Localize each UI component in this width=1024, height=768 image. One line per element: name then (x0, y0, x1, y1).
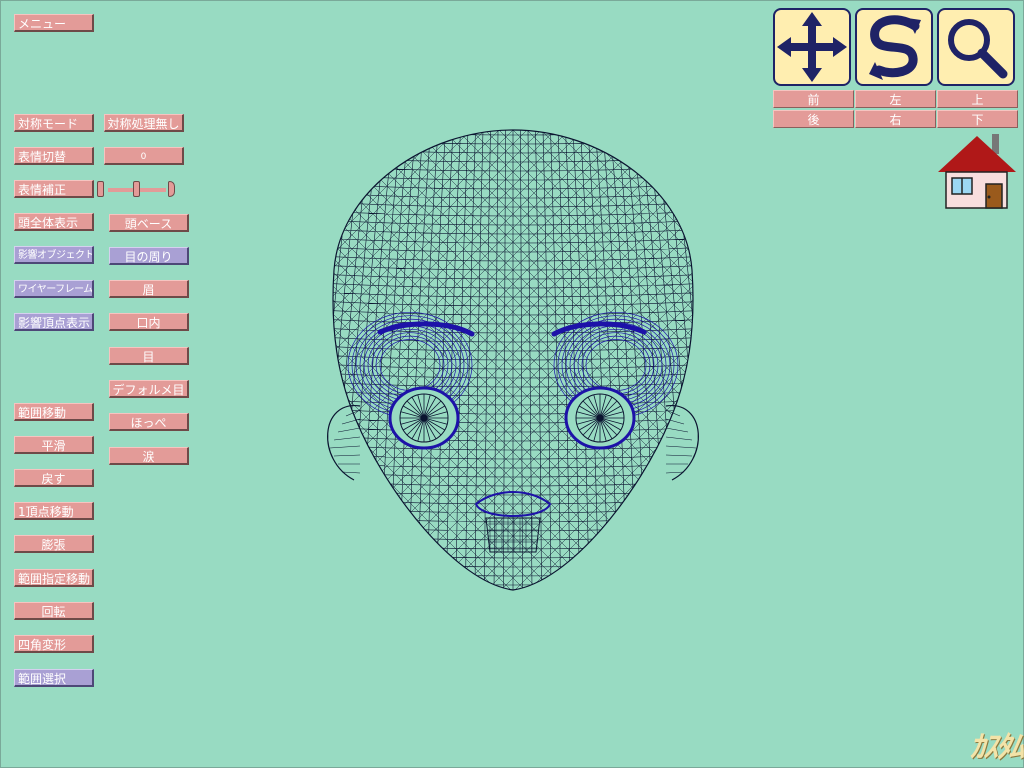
smooth-button[interactable]: 平滑 (14, 436, 94, 454)
symmetry-mode-button[interactable]: 対称モード (14, 114, 94, 132)
expression-value-field[interactable]: 0 (104, 147, 184, 165)
move-arrows-icon (777, 12, 847, 82)
rotate-tool-button[interactable] (855, 8, 933, 86)
view-left-button[interactable]: 左 (855, 90, 936, 108)
move-tool-button[interactable] (773, 8, 851, 86)
part-tears-button[interactable]: 涙 (109, 447, 189, 465)
left-eye (388, 386, 460, 450)
view-top-button[interactable]: 上 (937, 90, 1018, 108)
view-bottom-button[interactable]: 下 (937, 110, 1018, 128)
expression-correction-button[interactable]: 表情補正 (14, 180, 94, 198)
right-eye (564, 386, 636, 450)
affected-object-select-button[interactable]: 影響オブジェクト選択 (14, 246, 94, 264)
part-around-eyes-button[interactable]: 目の周り (109, 247, 189, 265)
home-icon (938, 134, 1016, 209)
undo-button[interactable]: 戻す (14, 469, 94, 487)
expression-switch-button[interactable]: 表情切替 (14, 147, 94, 165)
home-button[interactable] (936, 132, 1018, 212)
wireframe-viewport[interactable] (300, 120, 730, 600)
wireframe-display-button[interactable]: ワイヤーフレーム表示 (14, 280, 94, 298)
head-mesh (332, 130, 694, 590)
part-mouth-inside-button[interactable]: 口内 (109, 313, 189, 331)
part-deformed-eye-button[interactable]: デフォルメ目 (109, 380, 189, 398)
range-move-button[interactable]: 範囲移動 (14, 403, 94, 421)
inflate-button[interactable]: 膨張 (14, 535, 94, 553)
range-specified-move-button[interactable]: 範囲指定移動 (14, 569, 94, 587)
rotate-icon (869, 15, 921, 80)
magnify-icon (948, 19, 1008, 79)
symmetry-value-button[interactable]: 対称処理無し (104, 114, 184, 132)
part-eye-button[interactable]: 目 (109, 347, 189, 365)
head-whole-display-button[interactable]: 頭全体表示 (14, 213, 94, 231)
quad-deform-button[interactable]: 四角変形 (14, 635, 94, 653)
one-vertex-move-button[interactable]: 1頂点移動 (14, 502, 94, 520)
slider-left-stop (97, 181, 104, 197)
rotate-button[interactable]: 回転 (14, 602, 94, 620)
range-select-button[interactable]: 範囲選択 (14, 669, 94, 687)
slider-right-stop (168, 181, 175, 197)
view-front-button[interactable]: 前 (773, 90, 854, 108)
part-head-base-button[interactable]: 頭ベース (109, 214, 189, 232)
affected-vertex-display-button[interactable]: 影響頂点表示 (14, 313, 94, 331)
part-cheek-button[interactable]: ほっぺ (109, 413, 189, 431)
view-back-button[interactable]: 後 (773, 110, 854, 128)
menu-button[interactable]: メニュー (14, 14, 94, 32)
slider-handle[interactable] (132, 181, 140, 197)
zoom-tool-button[interactable] (937, 8, 1015, 86)
app-logo: ｶｽﾀﾑ (970, 730, 1024, 765)
part-eyebrow-button[interactable]: 眉 (109, 280, 189, 298)
view-right-button[interactable]: 右 (855, 110, 936, 128)
